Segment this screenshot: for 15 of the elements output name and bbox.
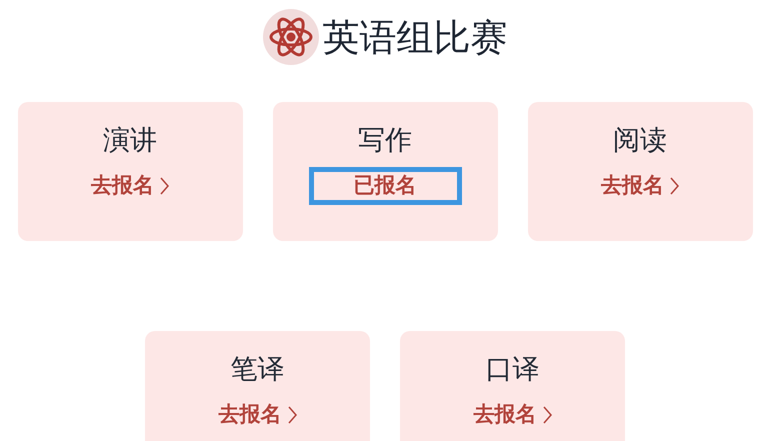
register-link[interactable]: 去报名 [556, 167, 724, 205]
chevron-icon [160, 177, 169, 196]
chevron-icon [288, 406, 296, 424]
contest-name: 阅读 [613, 125, 667, 158]
register-link[interactable]: 去报名 [174, 396, 342, 434]
registered-status[interactable]: 已报名 [308, 167, 462, 205]
register-link[interactable]: 去报名 [428, 396, 596, 434]
contest-name: 演讲 [103, 125, 157, 158]
page-title: 英语组比赛 [322, 18, 508, 56]
contest-name: 写作 [358, 125, 412, 158]
contest-name: 笔译 [230, 354, 284, 386]
contest-name: 口译 [486, 354, 540, 386]
chevron-icon [670, 177, 679, 196]
register-link[interactable]: 去报名 [46, 167, 214, 205]
chevron-icon [542, 406, 552, 424]
